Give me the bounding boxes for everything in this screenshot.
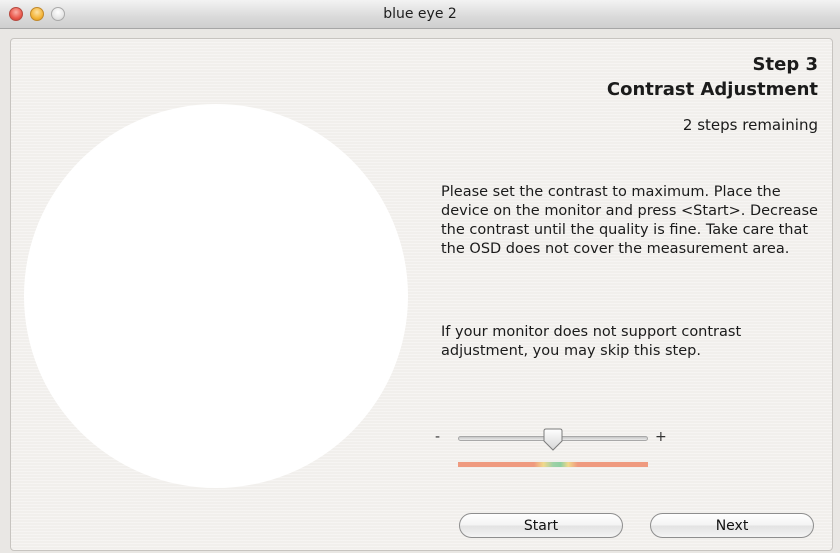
quality-indicator-bar <box>458 462 648 467</box>
start-button[interactable]: Start <box>459 513 623 538</box>
next-button[interactable]: Next <box>650 513 814 538</box>
contrast-slider-thumb[interactable] <box>541 428 565 452</box>
step-heading: Step 3 Contrast Adjustment <box>607 52 818 102</box>
window-titlebar[interactable]: blue eye 2 <box>0 0 840 29</box>
step-number: Step 3 <box>752 54 818 75</box>
skip-note: If your monitor does not support contras… <box>441 324 742 359</box>
step-name: Contrast Adjustment <box>606 79 818 100</box>
slider-min-label: - <box>435 429 441 445</box>
instructions-text: Please set the contrast to maximum. Plac… <box>441 184 818 257</box>
steps-remaining: 2 steps remaining <box>682 116 818 134</box>
slider-max-label: + <box>655 429 667 445</box>
measurement-circle <box>24 104 408 488</box>
window-title: blue eye 2 <box>383 6 457 22</box>
